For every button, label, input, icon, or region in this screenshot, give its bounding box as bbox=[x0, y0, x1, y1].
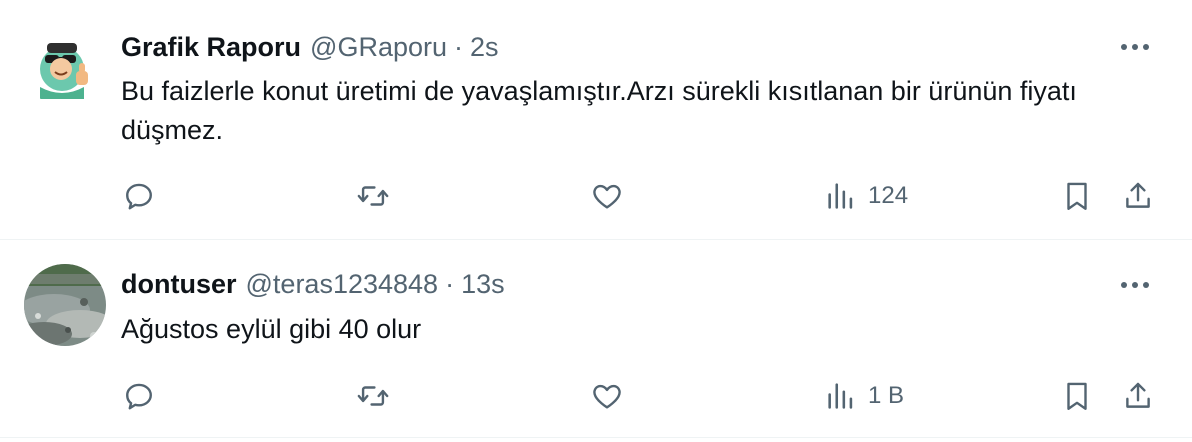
like-icon bbox=[593, 184, 621, 209]
action-bar: 1 B bbox=[0, 376, 1192, 416]
display-name[interactable]: dontuser bbox=[121, 267, 237, 301]
views-icon bbox=[828, 183, 853, 209]
views-icon bbox=[828, 383, 853, 409]
retweet-button[interactable] bbox=[356, 376, 390, 416]
user-handle[interactable]: @GRaporu bbox=[310, 30, 447, 64]
share-icon bbox=[1126, 182, 1150, 208]
bookmark-button[interactable] bbox=[1060, 376, 1094, 416]
cartoon-thumbs-up-avatar bbox=[24, 25, 106, 107]
tweet[interactable]: dontuser @teras1234848 · 13s Ağustos eyl… bbox=[0, 240, 1192, 438]
avatar[interactable] bbox=[24, 25, 106, 107]
views-button[interactable]: 124 bbox=[824, 176, 908, 216]
more-icon bbox=[1121, 44, 1149, 50]
more-button[interactable] bbox=[1118, 30, 1152, 64]
tweet[interactable]: Grafik Raporu @GRaporu · 2s Bu faizlerle… bbox=[0, 0, 1192, 240]
like-button[interactable] bbox=[590, 176, 624, 216]
tweet-text: Ağustos eylül gibi 40 olur bbox=[121, 314, 422, 344]
bookmark-icon bbox=[1067, 382, 1087, 410]
retweet-icon bbox=[357, 386, 389, 406]
tweet-header: dontuser @teras1234848 · 13s bbox=[121, 267, 505, 301]
reply-button[interactable] bbox=[122, 376, 156, 416]
separator-dot: · bbox=[445, 269, 455, 299]
display-name[interactable]: Grafik Raporu bbox=[121, 30, 301, 64]
retweet-button[interactable] bbox=[356, 176, 390, 216]
retweet-icon bbox=[357, 186, 389, 206]
like-button[interactable] bbox=[590, 376, 624, 416]
timestamp[interactable]: 2s bbox=[470, 30, 499, 64]
reply-feed: Grafik Raporu @GRaporu · 2s Bu faizlerle… bbox=[0, 0, 1192, 442]
bookmark-icon bbox=[1067, 182, 1087, 210]
rocky-landscape-photo-avatar bbox=[24, 264, 106, 346]
views-count: 1 B bbox=[868, 382, 905, 409]
like-icon bbox=[593, 384, 621, 409]
share-button[interactable] bbox=[1121, 376, 1155, 416]
reply-icon bbox=[126, 383, 152, 410]
views-count: 124 bbox=[868, 182, 909, 209]
bookmark-button[interactable] bbox=[1060, 176, 1094, 216]
more-icon bbox=[1121, 282, 1149, 288]
more-button[interactable] bbox=[1118, 268, 1152, 302]
views-button[interactable]: 1 B bbox=[824, 376, 904, 416]
share-icon bbox=[1126, 382, 1150, 408]
tweet-text: Bu faizlerle konut üretimi de yavaşlamış… bbox=[121, 76, 1077, 145]
avatar[interactable] bbox=[24, 264, 106, 346]
reply-icon bbox=[126, 183, 152, 210]
share-button[interactable] bbox=[1121, 176, 1155, 216]
separator-dot: · bbox=[454, 32, 464, 62]
user-handle[interactable]: @teras1234848 bbox=[246, 267, 439, 301]
timestamp[interactable]: 13s bbox=[461, 267, 505, 301]
tweet-header: Grafik Raporu @GRaporu · 2s bbox=[121, 30, 499, 64]
reply-button[interactable] bbox=[122, 176, 156, 216]
action-bar: 124 bbox=[0, 176, 1192, 216]
